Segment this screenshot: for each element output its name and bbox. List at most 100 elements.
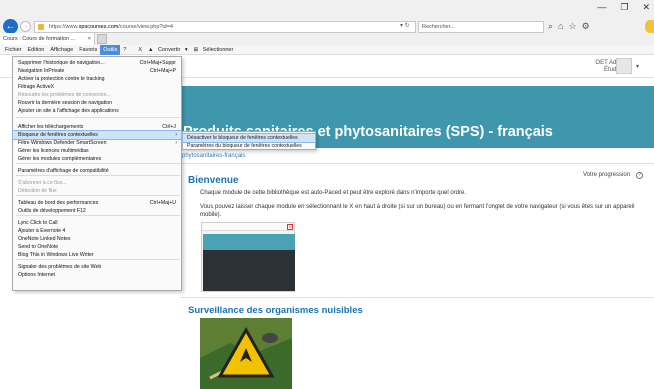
menu-item[interactable]: Outils de développement F12 xyxy=(13,207,181,215)
tab-close-icon[interactable]: × xyxy=(88,33,91,45)
menu-item[interactable]: Activer la protection contre le tracking xyxy=(13,75,181,83)
maximize-button[interactable]: ❐ xyxy=(620,2,628,13)
menu-item[interactable]: Lync Click to Call xyxy=(13,219,181,227)
address-tools: ▾ ↻ xyxy=(400,22,410,29)
menu-item[interactable]: Tableau de bord des performances Ctrl+Maj… xyxy=(13,199,181,207)
select-label: Sélectionner xyxy=(202,46,234,53)
menu-edition[interactable]: Edition xyxy=(25,45,48,55)
toolbar-x[interactable]: X xyxy=(135,45,145,55)
instructions-paragraph: Vous pouvez laisser chaque module en sél… xyxy=(200,204,635,218)
submenu-popup-blocker-settings[interactable]: Paramètres du bloqueur de fenêtres conte… xyxy=(183,142,315,150)
warning-illustration xyxy=(200,318,292,389)
menu-help[interactable]: ? xyxy=(120,45,129,55)
menu-affichage[interactable]: Affichage xyxy=(47,45,76,55)
chevron-right-icon: › xyxy=(175,140,177,146)
menu-item[interactable]: Navigation InPrivate Ctrl+Maj+P xyxy=(13,67,181,75)
close-window-button[interactable]: ✕ xyxy=(642,2,650,13)
gear-icon[interactable]: ⚙ xyxy=(582,21,590,32)
address-bar[interactable]: https://www.spscourses.com/course/view.p… xyxy=(34,21,416,33)
menu-item[interactable]: Gérer les modules complémentaires xyxy=(13,155,181,163)
menu-item-label: Résoudre les problèmes de connexion... xyxy=(18,92,111,98)
menu-item[interactable]: Ajouter à Evernote 4 xyxy=(13,227,181,235)
menu-item-label: Ajouter à Evernote 4 xyxy=(18,228,66,234)
menu-item[interactable]: Résoudre les problèmes de connexion... xyxy=(13,91,181,99)
menu-item[interactable]: Signaler des problèmes de site Web xyxy=(13,263,181,271)
breadcrumb-row xyxy=(180,148,654,164)
feedback-smiley-icon[interactable] xyxy=(645,20,654,33)
menu-separator xyxy=(16,215,180,216)
chevron-down-icon[interactable]: ▾ xyxy=(636,63,639,70)
menu-item[interactable]: Paramètres d'affichage de compatibilité xyxy=(13,167,181,175)
welcome-heading: Bienvenue xyxy=(188,175,239,186)
toolbar-icons: ⌕ ⌂ ☆ ⚙ xyxy=(548,21,590,32)
menu-item-label: Filtrage ActiveX xyxy=(18,84,55,90)
section-divider xyxy=(180,297,654,298)
dropdown-icon[interactable]: ▾ xyxy=(400,23,403,29)
menu-bar: Fichier Edition Affichage Favoris Outils… xyxy=(0,44,654,55)
search-icon[interactable]: ⌕ xyxy=(548,21,553,32)
menu-item-label: Ajouter un site à l'affichage des applic… xyxy=(18,108,119,114)
menu-item-label: OneNote Linked Notes xyxy=(18,236,71,242)
menu-separator xyxy=(16,163,180,164)
menu-item[interactable]: Filtrage ActiveX xyxy=(13,83,181,91)
menu-item-label: Options Internet xyxy=(18,272,55,278)
menu-item[interactable]: S'abonner à ce flux... xyxy=(13,179,181,187)
example-screenshot: x xyxy=(201,222,295,292)
submenu-disable-popup-blocker[interactable]: Désactiver le bloqueur de fenêtres conte… xyxy=(182,133,316,143)
module-thumbnail[interactable] xyxy=(200,318,292,389)
popup-blocker-submenu: Désactiver le bloqueur de fenêtres conte… xyxy=(182,131,316,150)
menu-item[interactable]: Blog This in Windows Live Writer xyxy=(13,251,181,259)
menu-separator xyxy=(16,195,180,196)
menu-item[interactable]: Rouvrir la dernière session de navigatio… xyxy=(13,99,181,107)
home-icon[interactable]: ⌂ xyxy=(558,21,563,32)
menu-item-label: Signaler des problèmes de site Web xyxy=(18,264,102,270)
menu-item[interactable]: Détection de flux xyxy=(13,187,181,195)
section-title[interactable]: Surveillance des organismes nuisibles xyxy=(188,305,363,316)
breadcrumb[interactable]: phytosanitaires-français xyxy=(182,153,245,159)
menu-item[interactable]: Supprimer l'historique de navigation... C… xyxy=(13,59,181,67)
window-controls: — ❐ ✕ xyxy=(597,2,650,13)
menu-item[interactable]: Gérer les licences multimédias xyxy=(13,147,181,155)
menu-item-label: Lync Click to Call xyxy=(18,220,58,226)
refresh-icon[interactable]: ↻ xyxy=(405,23,410,29)
back-button[interactable]: ← xyxy=(3,19,18,34)
menu-item-label: Outils de développement F12 xyxy=(18,208,86,214)
menu-item-shortcut: Ctrl+Maj+U xyxy=(149,200,176,206)
tools-dropdown-menu: Supprimer l'historique de navigation... C… xyxy=(12,56,182,291)
site-favicon xyxy=(38,24,44,30)
menu-favoris[interactable]: Favoris xyxy=(76,45,100,55)
menu-item[interactable]: Afficher les téléchargements Ctrl+J xyxy=(13,123,181,131)
menu-item[interactable]: OneNote Linked Notes xyxy=(13,235,181,243)
menu-item-label: Gérer les licences multimédias xyxy=(18,148,89,154)
menu-fichier[interactable]: Fichier xyxy=(2,45,25,55)
menu-item-label: Rouvrir la dernière session de navigatio… xyxy=(18,100,113,106)
tab-course[interactable]: Cours : Cours de formation ... × xyxy=(0,33,95,45)
minimize-button[interactable]: — xyxy=(597,2,606,13)
example-close-icon: x xyxy=(287,224,293,230)
example-banner xyxy=(203,234,295,250)
new-tab-button[interactable] xyxy=(97,34,107,44)
menu-item[interactable]: Send to OneNote xyxy=(13,243,181,251)
menu-item-label: Tableau de bord des performances xyxy=(18,200,99,206)
avatar[interactable] xyxy=(616,58,632,74)
menu-item[interactable]: Bloqueur de fenêtres contextuelles › xyxy=(12,130,182,140)
title-bar: — ❐ ✕ xyxy=(0,0,654,18)
menu-item[interactable]: Filtre Windows Defender SmartScreen › xyxy=(13,139,181,147)
menu-item-label: Gérer les modules complémentaires xyxy=(18,156,102,162)
forward-button[interactable]: → xyxy=(20,21,31,32)
menu-item-shortcut: Ctrl+J xyxy=(162,124,176,130)
convert-label: Convertir xyxy=(158,46,181,53)
menu-outils[interactable]: Outils xyxy=(100,44,121,55)
select-button[interactable]: ⊞ Sélectionner xyxy=(191,45,240,55)
menu-item-label: Bloqueur de fenêtres contextuelles xyxy=(18,132,98,138)
search-input[interactable]: Rechercher... xyxy=(418,21,544,33)
menu-item-label: Afficher les téléchargements xyxy=(18,124,84,130)
menu-separator xyxy=(16,175,180,176)
menu-item-label: Blog This in Windows Live Writer xyxy=(18,252,94,258)
help-icon[interactable]: ? xyxy=(636,172,643,179)
star-icon[interactable]: ☆ xyxy=(568,21,576,32)
convert-button[interactable]: ▲ Convertir ▾ xyxy=(145,45,191,55)
menu-item[interactable]: Options Internet xyxy=(13,271,181,279)
menu-item[interactable]: Ajouter un site à l'affichage des applic… xyxy=(13,107,181,115)
menu-item-label: S'abonner à ce flux... xyxy=(18,180,67,186)
